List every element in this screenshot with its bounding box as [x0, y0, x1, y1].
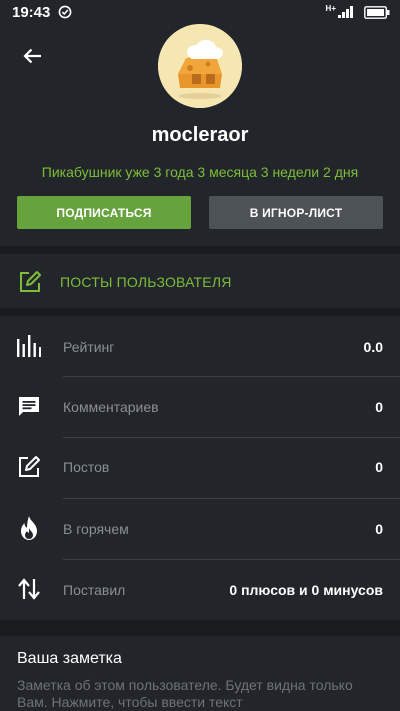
stat-posts: Постов 0 — [0, 438, 400, 498]
fire-icon — [21, 516, 37, 540]
member-since: Пикабушник уже 3 года 3 месяца 3 недели … — [41, 164, 359, 180]
clock: 19:43 — [12, 3, 51, 21]
ignore-list-button[interactable]: В ИГНОР-ЛИСТ — [209, 196, 383, 229]
user-note[interactable]: Ваша заметка Заметка об этом пользовател… — [0, 636, 400, 711]
note-placeholder: Заметка об этом пользователе. Будет видн… — [17, 677, 353, 710]
section-divider — [0, 246, 400, 254]
stat-rating: Рейтинг 0.0 — [0, 316, 400, 376]
back-button[interactable] — [14, 42, 50, 70]
comment-icon — [19, 397, 39, 416]
stat-value: 0 — [375, 521, 383, 537]
signal-icon — [338, 6, 353, 18]
arrow-left-icon — [23, 48, 41, 64]
stat-comments: Комментариев 0 — [0, 377, 400, 437]
rating-bars-icon — [17, 335, 41, 357]
note-title: Ваша заметка — [17, 650, 122, 667]
edit-icon — [20, 271, 41, 292]
stat-votes: Поставил 0 плюсов и 0 минусов — [0, 560, 400, 620]
username: mocleraor — [151, 124, 249, 146]
stat-value: 0.0 — [363, 339, 383, 355]
section-divider — [0, 308, 400, 316]
user-posts-label: ПОСТЫ ПОЛЬЗОВАТЕЛЯ — [60, 274, 232, 290]
stat-hot: В горячем 0 — [0, 499, 400, 559]
sync-status-icon — [58, 5, 72, 19]
stat-value: 0 плюсов и 0 минусов — [229, 582, 383, 598]
stat-label: Рейтинг — [63, 339, 115, 355]
stat-label: Поставил — [63, 582, 126, 598]
edit-icon — [19, 456, 40, 477]
stat-value: 0 — [375, 399, 383, 415]
stat-value: 0 — [375, 459, 383, 475]
stat-label: В горячем — [63, 521, 129, 537]
profile-header: mocleraor Пикабушник уже 3 года 3 месяца… — [0, 24, 400, 244]
network-type: H+ — [325, 3, 336, 13]
status-bar: 19:43 H+ — [0, 0, 400, 24]
user-posts-link[interactable]: ПОСТЫ ПОЛЬЗОВАТЕЛЯ — [0, 256, 400, 308]
stat-label: Постов — [63, 459, 110, 475]
cheese-chef-avatar-icon — [158, 24, 242, 108]
swap-vertical-icon — [18, 578, 40, 600]
section-divider — [0, 620, 400, 636]
stat-label: Комментариев — [63, 399, 159, 415]
avatar — [158, 24, 242, 108]
subscribe-button[interactable]: ПОДПИСАТЬСЯ — [17, 196, 191, 229]
battery-icon — [364, 5, 390, 19]
